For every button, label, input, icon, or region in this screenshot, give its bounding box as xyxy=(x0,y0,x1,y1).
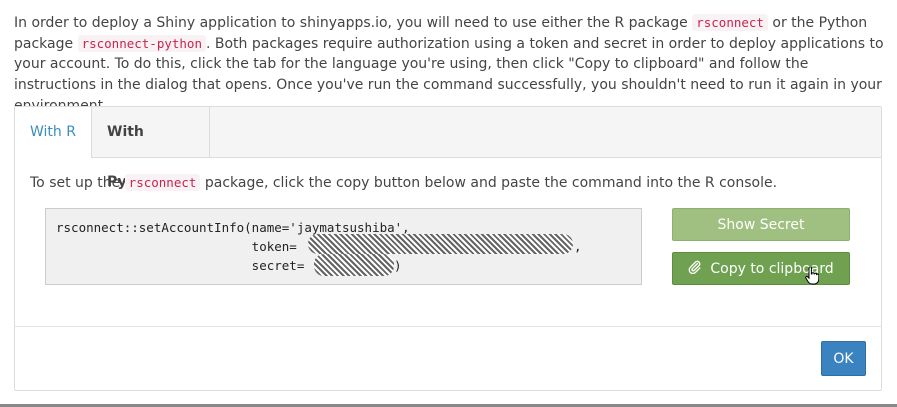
ok-button[interactable]: OK xyxy=(821,341,866,376)
setup-instructions: To set up the rsconnect package, click t… xyxy=(30,174,778,191)
paperclip-icon xyxy=(688,260,702,278)
copy-to-clipboard-button[interactable]: Copy to clipboard xyxy=(672,252,850,285)
command-line-3: secret= xyxy=(56,258,305,273)
command-code-block[interactable]: rsconnect::setAccountInfo(name='jaymatsu… xyxy=(45,208,642,285)
tab-bar: With R With Python xyxy=(15,107,881,190)
setup-text-1: To set up the xyxy=(30,175,125,191)
intro-code-rsconnect-python: rsconnect-python xyxy=(77,34,206,52)
token-label: token= xyxy=(56,239,297,254)
tab-with-r[interactable]: With R xyxy=(15,107,92,158)
secret-label: secret= xyxy=(56,258,305,273)
command-line-1: rsconnect::setAccountInfo(name='jaymatsu… xyxy=(56,220,410,235)
token-suffix: , xyxy=(574,239,582,254)
show-secret-label: Show Secret xyxy=(717,216,805,233)
setup-text-2: package, click the copy button below and… xyxy=(200,175,778,191)
deploy-panel: With R With Python To set up the rsconne… xyxy=(14,106,882,391)
tab-with-python[interactable]: With Python xyxy=(92,107,210,190)
setup-code-rsconnect: rsconnect xyxy=(124,174,201,191)
ok-label: OK xyxy=(833,350,854,367)
hand-pointer-icon xyxy=(805,266,820,289)
intro-code-rsconnect: rsconnect xyxy=(692,14,768,31)
footer-divider xyxy=(15,326,881,327)
intro-paragraph: In order to deploy a Shiny application t… xyxy=(14,13,884,117)
show-secret-button[interactable]: Show Secret xyxy=(672,208,850,241)
intro-text-1: In order to deploy a Shiny application t… xyxy=(14,15,693,31)
secret-suffix: ) xyxy=(394,258,402,273)
token-redacted xyxy=(308,234,573,254)
secret-redacted xyxy=(314,254,394,276)
command-line-2: token= xyxy=(56,239,297,254)
